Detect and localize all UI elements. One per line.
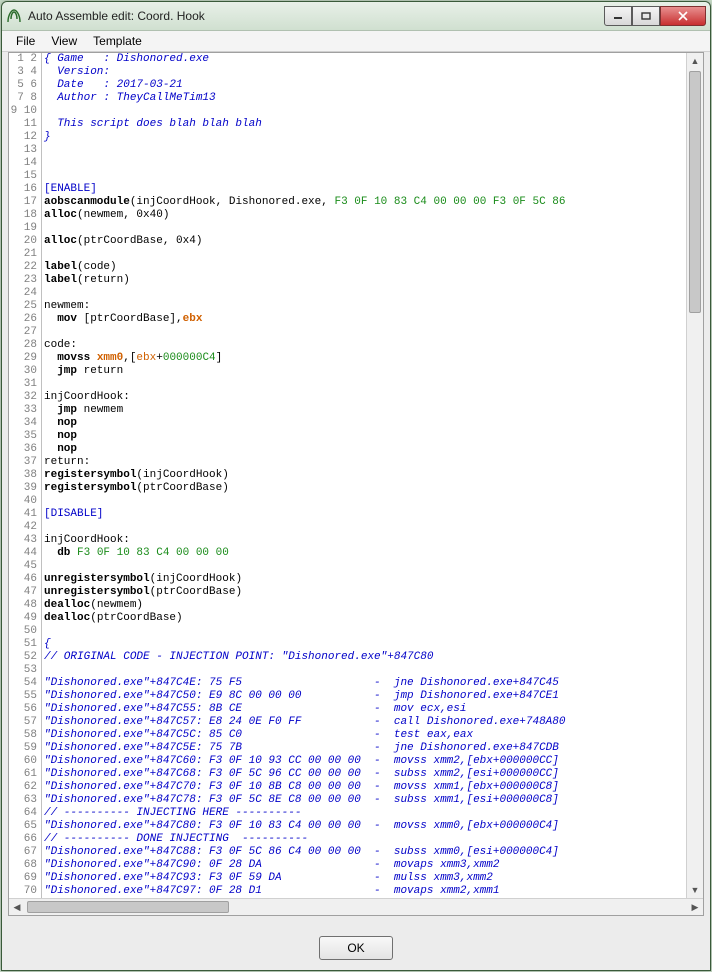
- menubar: File View Template: [2, 31, 710, 52]
- editor: 1 2 3 4 5 6 7 8 9 10 11 12 13 14 15 16 1…: [9, 53, 703, 898]
- menu-file[interactable]: File: [8, 32, 43, 50]
- app-icon: [6, 8, 22, 24]
- horizontal-scrollbar[interactable]: ◀ ▶: [9, 898, 703, 915]
- ok-button[interactable]: OK: [319, 936, 393, 960]
- scroll-thumb-vertical[interactable]: [689, 71, 701, 313]
- window-buttons: [604, 6, 706, 26]
- scroll-left-arrow-icon[interactable]: ◀: [9, 899, 25, 915]
- minimize-button[interactable]: [604, 6, 632, 26]
- line-gutter: 1 2 3 4 5 6 7 8 9 10 11 12 13 14 15 16 1…: [9, 53, 42, 898]
- code-area[interactable]: { Game : Dishonored.exe Version: Date : …: [42, 53, 686, 898]
- menu-view[interactable]: View: [43, 32, 85, 50]
- close-button[interactable]: [660, 6, 706, 26]
- window-title: Auto Assemble edit: Coord. Hook: [28, 9, 604, 23]
- button-row: OK: [2, 936, 710, 960]
- titlebar[interactable]: Auto Assemble edit: Coord. Hook: [2, 2, 710, 31]
- editor-container: 1 2 3 4 5 6 7 8 9 10 11 12 13 14 15 16 1…: [8, 52, 704, 916]
- scroll-right-arrow-icon[interactable]: ▶: [687, 899, 703, 915]
- scroll-thumb-horizontal[interactable]: [27, 901, 229, 913]
- vertical-scrollbar[interactable]: ▲ ▼: [686, 53, 703, 898]
- maximize-button[interactable]: [632, 6, 660, 26]
- scroll-down-arrow-icon[interactable]: ▼: [687, 882, 703, 898]
- menu-template[interactable]: Template: [85, 32, 150, 50]
- window: Auto Assemble edit: Coord. Hook File Vie…: [1, 1, 711, 971]
- scroll-up-arrow-icon[interactable]: ▲: [687, 53, 703, 69]
